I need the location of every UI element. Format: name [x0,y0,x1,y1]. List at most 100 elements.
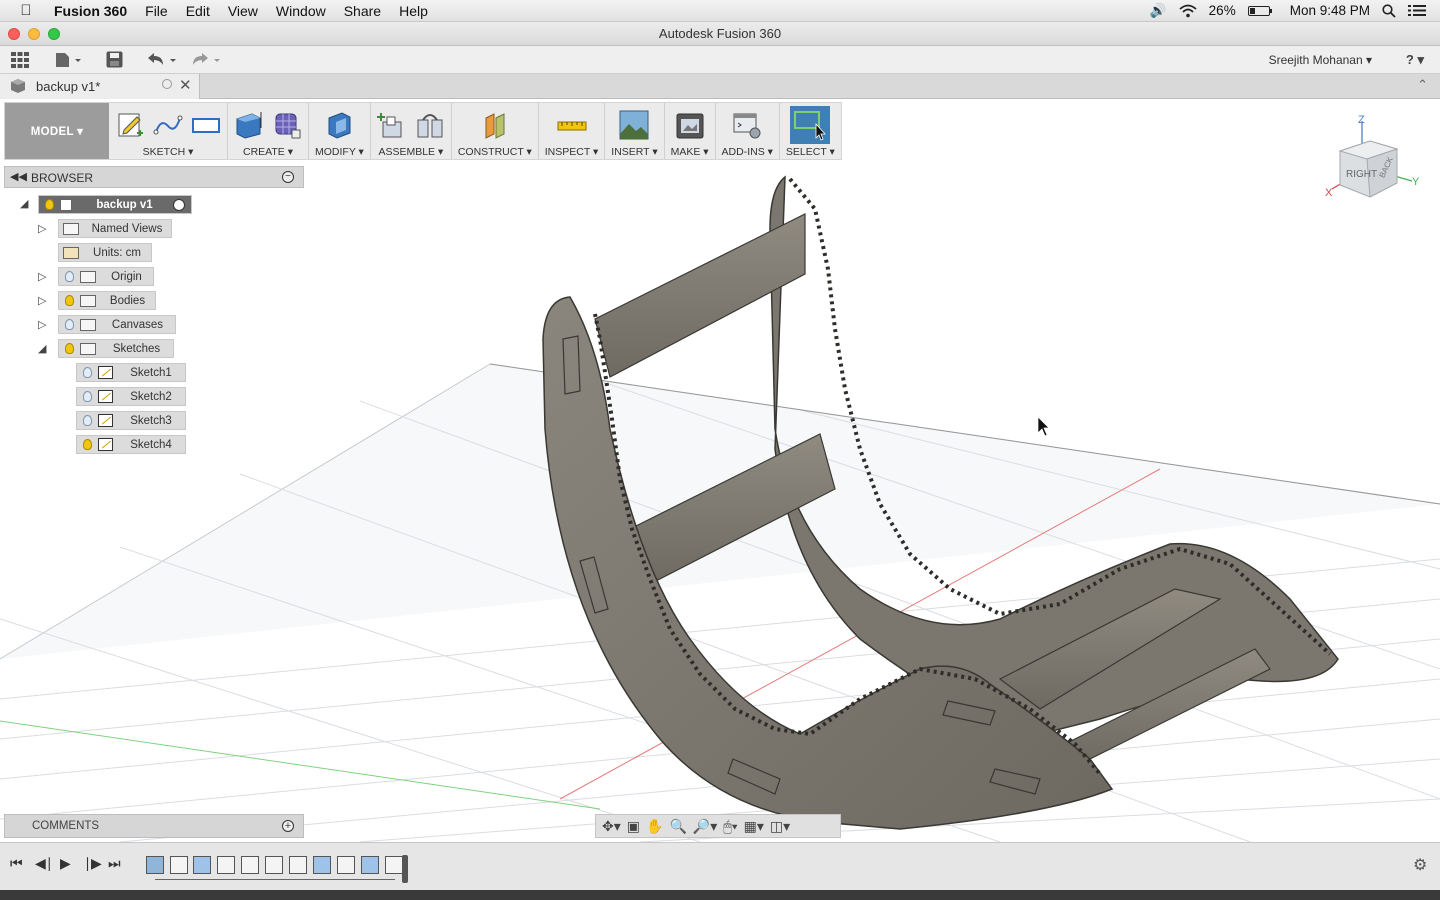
visibility-bulb-icon[interactable] [83,439,92,450]
insert-image-icon[interactable] [619,110,649,140]
timeline-extrude-feature-icon[interactable] [313,856,331,874]
toolbar-group-inspect[interactable]: INSPECT ▾ [539,103,606,159]
timeline-extrude-feature-icon[interactable] [193,856,211,874]
toolbar-group-sketch[interactable]: SKETCH ▾ [109,103,228,159]
visibility-bulb-icon[interactable] [65,295,74,306]
save-icon[interactable] [106,51,123,68]
timeline-move-feature-icon[interactable] [385,856,403,874]
close-tab-icon[interactable]: ✕ [179,76,192,94]
toolbar-group-addins[interactable]: ADD-INS ▾ [716,103,780,159]
viewports-icon[interactable]: ◫▾ [770,818,790,835]
scripts-addins-icon[interactable] [732,110,762,140]
menu-app-name[interactable]: Fusion 360 [52,3,136,19]
expand-origin-icon[interactable]: ▷ [38,270,46,283]
look-at-icon[interactable]: ▣ [627,818,640,835]
tree-node-canvases[interactable]: Canvases [58,315,176,334]
toolbar-group-make[interactable]: MAKE ▾ [665,103,716,159]
timeline-settings-gear-icon[interactable]: ⚙ [1413,855,1427,875]
toolbar-group-select[interactable]: SELECT ▾ [780,103,841,159]
viewcube[interactable]: RIGHT BACK Z X Y [1322,111,1422,201]
toolbar-group-insert[interactable]: INSERT ▾ [605,103,665,159]
play-icon[interactable]: ▶ [60,855,71,872]
new-component-icon[interactable] [376,110,407,140]
toolbar-group-assemble[interactable]: ASSEMBLE ▾ [371,103,452,159]
help-menu[interactable]: ? ▾ [1406,52,1424,68]
step-back-icon[interactable]: ◀∣ [35,855,53,872]
battery-icon[interactable] [1247,5,1272,16]
orbit-icon[interactable]: ✥▾ [602,818,621,835]
expand-canvases-icon[interactable]: ▷ [38,318,46,331]
menu-file[interactable]: File [136,3,177,19]
measure-icon[interactable] [557,110,587,140]
activate-radio-icon[interactable] [173,198,185,211]
wifi-icon[interactable] [1179,4,1197,18]
visibility-bulb-icon[interactable] [65,343,74,354]
add-comment-icon[interactable]: + [282,820,294,832]
spotlight-search-icon[interactable] [1382,3,1396,18]
tree-node-sketch3[interactable]: Sketch3 [76,411,186,430]
timeline-extrude-feature-icon[interactable] [361,856,379,874]
menu-view[interactable]: View [219,3,267,19]
tree-node-sketch2[interactable]: Sketch2 [76,387,186,406]
browser-options-icon[interactable]: − [282,171,294,183]
tree-node-sketch4[interactable]: Sketch4 [76,435,186,454]
expand-root-icon[interactable]: ◢ [20,197,28,210]
tree-node-bodies[interactable]: Bodies [58,291,156,310]
visibility-bulb-icon[interactable] [83,415,92,426]
clock[interactable]: Mon 9:48 PM [1290,3,1370,18]
volume-icon[interactable]: 🔊 [1150,3,1167,19]
apple-icon[interactable]:  [0,2,52,19]
expand-bodies-icon[interactable]: ▷ [38,294,46,307]
tree-root-node[interactable]: backup v1 [38,195,192,214]
menu-help[interactable]: Help [390,3,437,19]
data-panel-grid-icon[interactable] [11,52,29,68]
toolbar-group-create[interactable]: CREATE ▾ [228,103,309,159]
offset-plane-icon[interactable] [480,110,510,140]
user-account-menu[interactable]: Sreejith Mohanan ▾ [1269,53,1372,67]
pan-hand-icon[interactable]: ✋ [646,818,663,835]
tree-node-sketches[interactable]: Sketches [58,339,174,358]
timeline-sketch-feature-icon[interactable] [337,856,355,874]
go-to-end-icon[interactable]: ⏭ [108,855,121,872]
display-settings-icon[interactable]: 🖱▾ [723,818,737,835]
expand-named-views-icon[interactable]: ▷ [38,222,46,235]
visibility-bulb-icon[interactable] [83,391,92,402]
redo-icon[interactable] [190,52,222,68]
visibility-bulb-icon[interactable] [65,271,74,282]
menu-window[interactable]: Window [267,3,335,19]
grid-settings-icon[interactable]: ▦▾ [744,818,764,835]
extrude-box-icon[interactable] [234,110,264,140]
tree-node-sketch1[interactable]: Sketch1 [76,363,186,382]
close-window-button[interactable] [8,28,20,40]
comments-panel-header[interactable]: COMMENTS + [4,814,304,838]
rectangle-icon[interactable] [191,110,221,140]
file-menu-icon[interactable] [55,52,83,68]
menu-edit[interactable]: Edit [177,3,219,19]
step-forward-icon[interactable]: ∣▶ [84,855,102,872]
toolbar-group-construct[interactable]: CONSTRUCT ▾ [452,103,539,159]
tree-node-named-views[interactable]: Named Views [58,219,172,238]
timeline-component-feature-icon[interactable] [217,856,235,874]
timeline-canvas-feature-icon[interactable] [146,856,164,874]
timeline-move-feature-icon[interactable] [241,856,259,874]
spline-icon[interactable] [153,110,183,140]
make-3d-print-icon[interactable] [675,110,705,140]
visibility-bulb-icon[interactable] [83,367,92,378]
visibility-bulb-icon[interactable] [45,199,54,210]
sketch-pencil-icon[interactable] [115,110,145,140]
zoom-icon[interactable]: 🔍 [669,818,686,835]
timeline-marker-handle[interactable] [402,855,408,883]
press-pull-icon[interactable] [324,110,354,140]
go-to-start-icon[interactable]: ⏮ [10,855,23,872]
timeline-sketch-feature-icon[interactable] [289,856,307,874]
collapse-toolbar-chevron-icon[interactable]: ⌃ [1417,77,1428,93]
select-cursor-icon[interactable] [790,106,831,144]
notification-center-icon[interactable] [1408,4,1426,17]
undo-icon[interactable] [146,52,178,68]
tree-node-origin[interactable]: Origin [58,267,154,286]
menu-share[interactable]: Share [335,3,390,19]
document-tab[interactable]: backup v1* ✕ [0,74,200,99]
joint-icon[interactable] [415,110,445,140]
minimize-window-button[interactable] [28,28,40,40]
sphere-mesh-icon[interactable] [272,110,302,140]
